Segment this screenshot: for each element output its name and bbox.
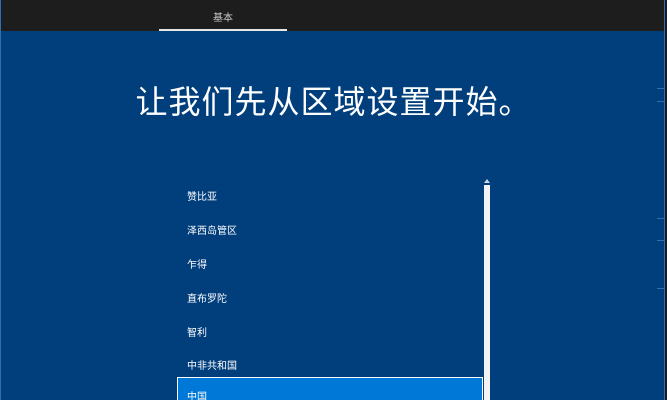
list-item[interactable]: 中非共和国: [177, 346, 483, 380]
list-scrollbar[interactable]: [483, 179, 491, 400]
list-item-label: 泽西岛管区: [187, 226, 237, 237]
top-bar: 基本: [1, 0, 664, 31]
edge-tick: [657, 288, 664, 289]
list-item[interactable]: 智利: [177, 313, 483, 347]
scroll-up-arrow-icon[interactable]: [484, 179, 490, 183]
tab-basics-label: 基本: [213, 13, 233, 24]
edge-tick: [657, 218, 664, 219]
right-edge-decoration: [657, 0, 666, 400]
edge-tick: [657, 240, 664, 241]
region-list[interactable]: 赞比亚 泽西岛管区 乍得 直布罗陀 智利 中非共和国 中国: [177, 177, 483, 400]
list-item[interactable]: 泽西岛管区: [177, 211, 483, 245]
tab-active-indicator: [159, 29, 287, 31]
list-item-label: 乍得: [187, 260, 207, 271]
page-title: 让我们先从区域设置开始。: [135, 83, 532, 121]
edge-tick: [657, 88, 664, 89]
list-item[interactable]: 直布罗陀: [177, 279, 483, 313]
list-item[interactable]: 赞比亚: [177, 177, 483, 211]
list-item-label: 中非共和国: [187, 361, 237, 372]
list-item-selected[interactable]: 中国: [177, 377, 483, 400]
list-item[interactable]: 乍得: [177, 245, 483, 279]
edge-tick: [657, 101, 664, 102]
tab-basics[interactable]: 基本: [159, 0, 287, 31]
scrollbar-thumb[interactable]: [484, 185, 490, 400]
list-item-label: 赞比亚: [187, 192, 217, 203]
list-item-label: 智利: [187, 328, 207, 339]
list-item-label: 直布罗陀: [187, 294, 227, 305]
setup-window: 基本 让我们先从区域设置开始。 赞比亚 泽西岛管区 乍得 直布罗陀 智利 中非共…: [0, 0, 665, 400]
list-item-label: 中国: [187, 392, 207, 400]
